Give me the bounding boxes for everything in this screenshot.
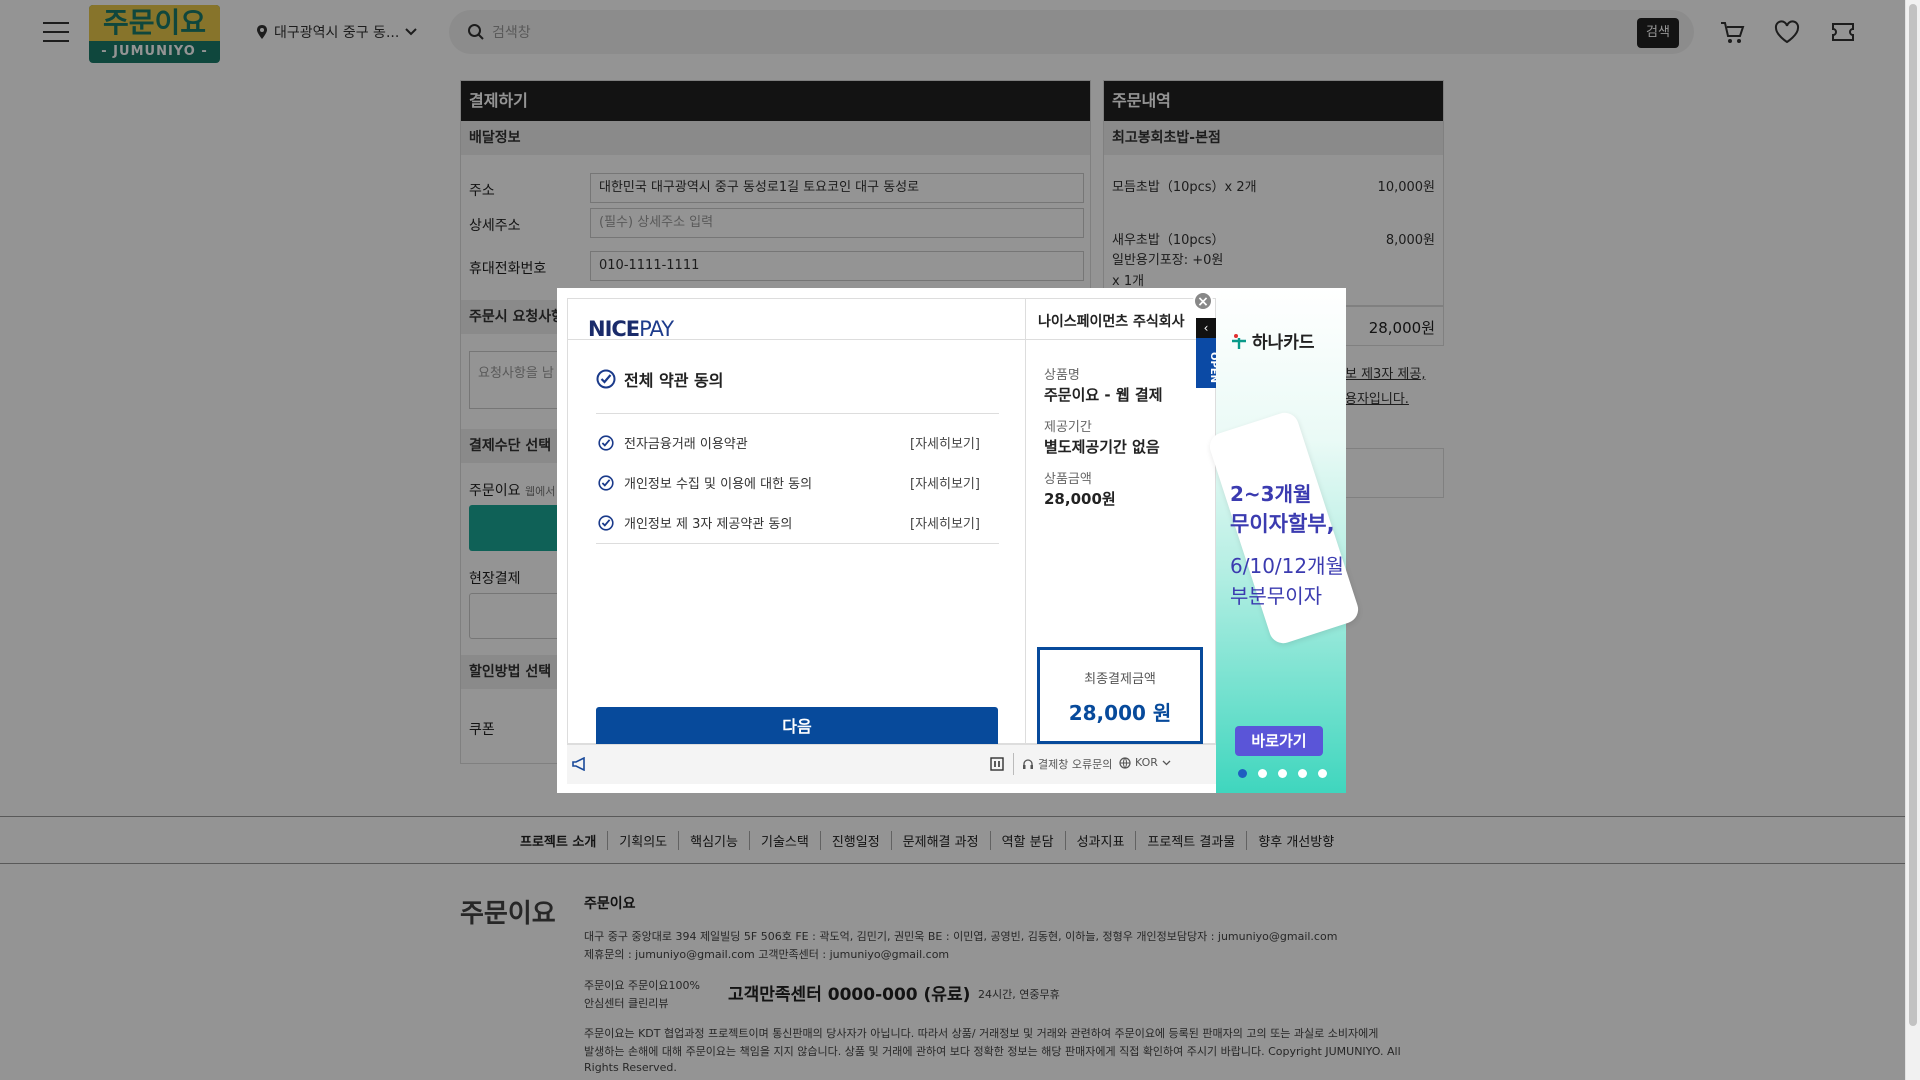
amount-value: 28,000원 [1044,490,1116,508]
term-checkbox[interactable]: 개인정보 수집 및 이용에 대한 동의 [598,473,812,492]
scrollbar[interactable] [1905,0,1920,1080]
agree-all-label: 전체 약관 동의 [624,371,724,390]
divider [596,413,999,414]
page-root: 주문이요 - JUMUNIYO - 대구광역시 중구 동... 검색창 검색 결… [0,0,1920,1080]
ad-dot[interactable] [1298,769,1307,778]
final-amount-label: 최종결제금액 [1084,672,1156,687]
pause-icon[interactable] [990,757,1004,771]
divider [1026,339,1216,340]
term-label: 개인정보 수집 및 이용에 대한 동의 [624,477,813,492]
check-circle-icon [598,514,614,531]
divider [596,543,999,544]
final-amount-box: 최종결제금액 28,000 원 [1037,647,1203,744]
headset-icon [1023,759,1033,769]
agree-all-checkbox[interactable]: 전체 약관 동의 [596,367,723,391]
amount-label: 상품금액 [1044,472,1092,487]
term-detail-link[interactable]: [자세히보기] [910,433,980,452]
company-name: 나이스페이먼츠 주식회사 [1038,314,1185,330]
ad-pagination [1238,769,1327,778]
hana-logo-icon [1232,333,1246,349]
ad-go-button[interactable]: 바로가기 [1235,726,1323,756]
megaphone-icon[interactable] [572,757,588,771]
period-label: 제공기간 [1044,420,1092,435]
nicepay-modal: NICEPAY 전체 약관 동의 전자금융거래 이용약관 [자세히보기] 개인정… [557,288,1362,793]
term-label: 개인정보 제 3자 제공약관 동의 [624,517,793,532]
ad-banner[interactable]: 하나카드 2~3개월 무이자할부, 6/10/12개월 부분무이자 바로가기 [1206,288,1362,793]
modal-footer: 결제창 오류문의 KOR [567,744,1216,784]
ad-dot[interactable] [1238,769,1247,778]
term-detail-link[interactable]: [자세히보기] [910,513,980,532]
globe-icon [1119,756,1131,769]
divider [568,339,1027,340]
next-button[interactable]: 다음 [596,707,998,747]
ad-brand-name: 하나카드 [1252,333,1315,353]
open-panel-tab[interactable]: ‹ OPEN [1196,318,1219,388]
ad-line: 2~3개월 [1230,482,1312,506]
period-value: 별도제공기간 없음 [1044,438,1160,456]
divider [1013,753,1014,775]
ad-line: 부분무이자 [1230,584,1322,608]
final-amount-value: 28,000 원 [1068,701,1172,725]
language-label: KOR [1135,756,1158,769]
ad-line: 무이자할부, [1230,512,1335,536]
term-detail-link[interactable]: [자세히보기] [910,473,980,492]
close-icon[interactable]: × [1193,291,1213,311]
error-report-link[interactable]: 결제창 오류문의 [1022,756,1112,772]
product-value: 주문이요 - 웹 결제 [1044,386,1163,404]
nicepay-logo: NICEPAY [588,317,674,341]
check-circle-icon [598,474,614,491]
error-report-label: 결제창 오류문의 [1038,758,1113,771]
terms-panel: NICEPAY 전체 약관 동의 전자금융거래 이용약관 [자세히보기] 개인정… [567,298,1027,747]
term-checkbox[interactable]: 전자금융거래 이용약관 [598,433,748,452]
term-label: 전자금융거래 이용약관 [624,437,748,452]
ad-dot[interactable] [1318,769,1327,778]
ad-dot[interactable] [1278,769,1287,778]
ad-line: 6/10/12개월 [1230,554,1344,578]
term-checkbox[interactable]: 개인정보 제 3자 제공약관 동의 [598,513,792,532]
product-label: 상품명 [1044,368,1080,383]
check-circle-icon [596,369,616,389]
scrollbar-thumb[interactable] [1909,4,1917,1026]
chevron-left-icon: ‹ [1196,318,1216,338]
ad-brand: 하나카드 [1230,328,1315,353]
ad-dot[interactable] [1258,769,1267,778]
payment-summary-panel: 나이스페이먼츠 주식회사 상품명 주문이요 - 웹 결제 제공기간 별도제공기간… [1026,298,1216,744]
language-selector[interactable]: KOR [1119,756,1171,769]
chevron-down-icon [1162,760,1171,765]
check-circle-icon [598,434,614,451]
